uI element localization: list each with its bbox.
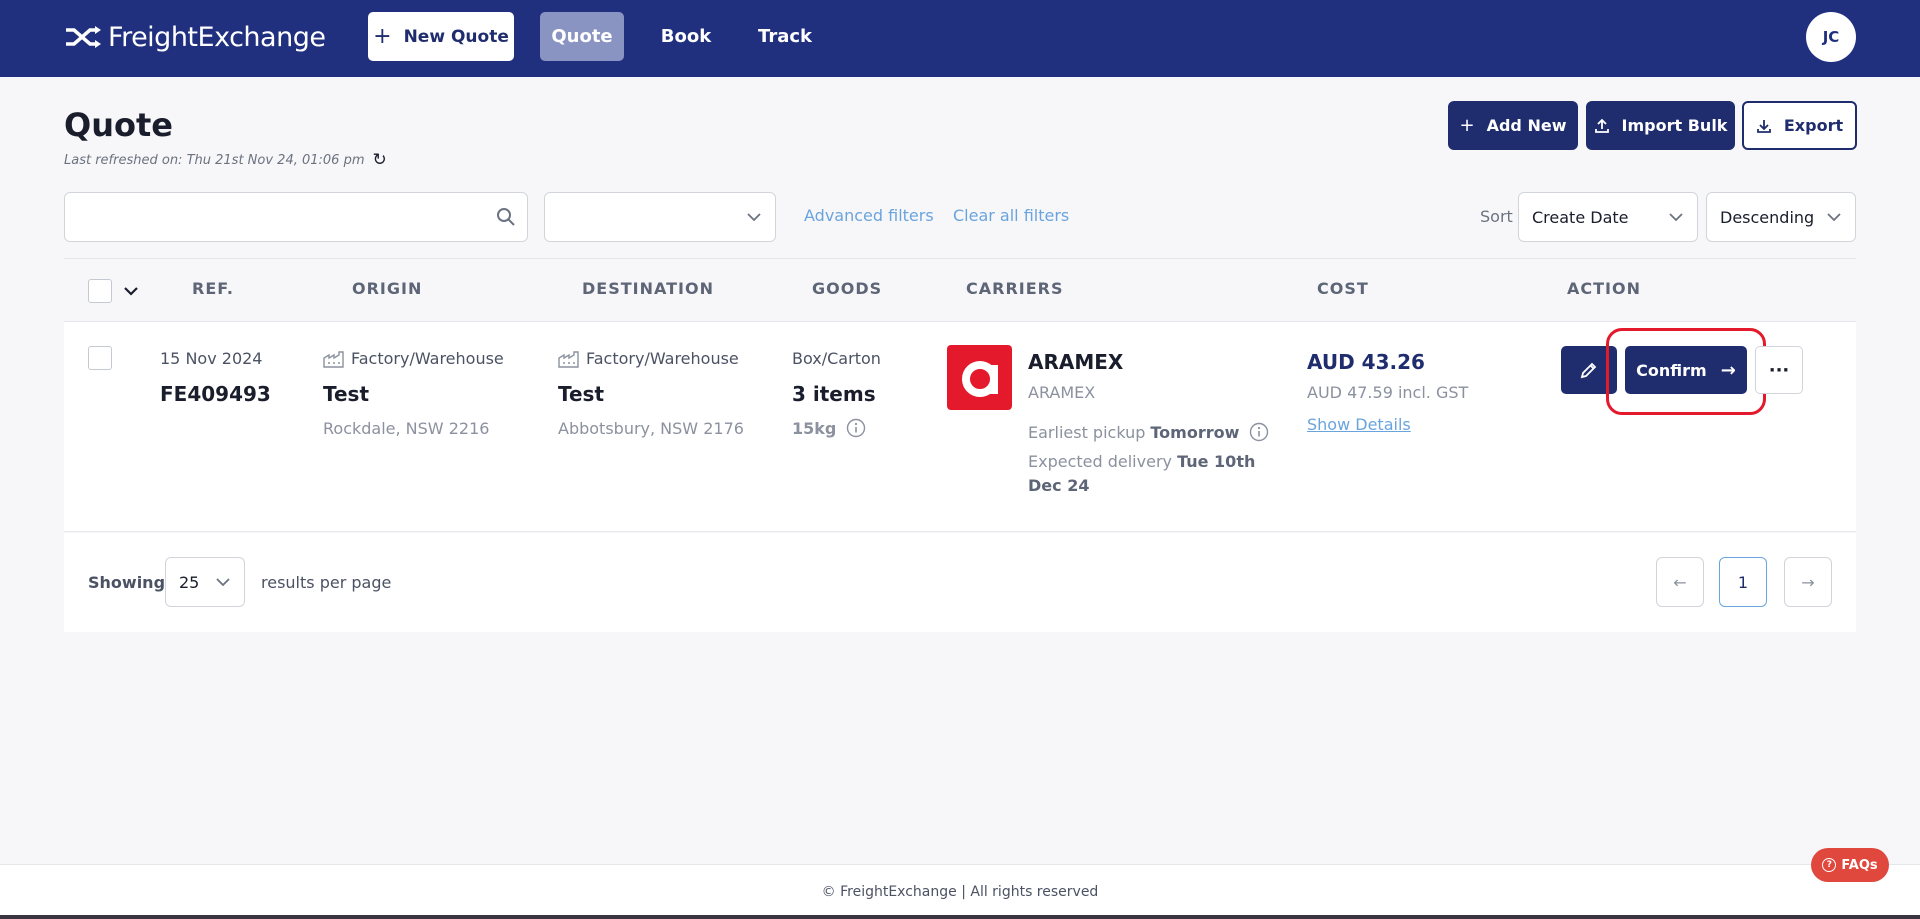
goods-weight-value: 15kg	[792, 418, 837, 438]
top-navbar: FreightExchange + New Quote Quote Book T…	[0, 0, 1920, 77]
new-quote-label: New Quote	[403, 26, 509, 47]
carrier-name: ARAMEX	[1028, 350, 1124, 374]
faqs-label: FAQs	[1841, 857, 1878, 873]
sort-label: Sort	[1480, 207, 1513, 226]
origin-type: Factory/Warehouse	[323, 349, 504, 368]
faqs-button[interactable]: ? FAQs	[1811, 848, 1889, 882]
table-row: 15 Nov 2024 FE409493 Factory/Warehouse T…	[64, 322, 1856, 532]
filter-dropdown[interactable]	[544, 192, 776, 242]
destination-name: Test	[558, 382, 605, 406]
page-number-button[interactable]: 1	[1719, 557, 1767, 607]
column-header-goods: GOODS	[812, 279, 883, 298]
carrier-sub: ARAMEX	[1028, 383, 1096, 402]
show-details-link[interactable]: Show Details	[1307, 415, 1411, 434]
refresh-icon[interactable]: ↻	[373, 150, 387, 170]
nav-tab-quote[interactable]: Quote	[540, 12, 624, 61]
sort-field-select[interactable]: Create Date	[1518, 192, 1698, 242]
nav-tab-book[interactable]: Book	[648, 12, 724, 61]
column-header-ref: REF.	[192, 279, 234, 298]
clear-filters-link[interactable]: Clear all filters	[953, 206, 1069, 225]
search-input[interactable]	[64, 192, 528, 242]
pencil-icon	[1580, 362, 1597, 379]
chevron-down-icon[interactable]	[124, 286, 138, 296]
add-new-label: Add New	[1486, 116, 1567, 135]
bottom-strip	[0, 915, 1920, 919]
delivery-label: Expected delivery	[1028, 452, 1172, 471]
arrow-right-icon: →	[1801, 572, 1815, 592]
goods-weight: 15kg	[792, 418, 866, 438]
cost-incl-gst: AUD 47.59 incl. GST	[1307, 383, 1469, 402]
goods-items: 3 items	[792, 382, 876, 406]
upload-icon	[1594, 118, 1609, 133]
pickup-value: Tomorrow	[1150, 422, 1240, 442]
next-page-button[interactable]: →	[1784, 557, 1832, 607]
export-button[interactable]: Export	[1742, 101, 1857, 150]
column-header-origin: ORIGIN	[352, 279, 423, 298]
page-title: Quote	[64, 106, 173, 144]
sort-field-value: Create Date	[1532, 208, 1629, 227]
per-page-value: 25	[179, 573, 200, 592]
origin-name: Test	[323, 382, 370, 406]
info-icon[interactable]	[1249, 422, 1269, 442]
showing-label: Showing	[88, 573, 166, 592]
origin-location: Rockdale, NSW 2216	[323, 419, 490, 438]
chevron-down-icon	[1669, 213, 1683, 222]
plus-icon: +	[373, 24, 392, 49]
shuffle-logo-icon	[66, 26, 101, 48]
last-refreshed-text: Last refreshed on: Thu 21st Nov 24, 01:0…	[64, 152, 365, 168]
factory-icon	[558, 350, 579, 368]
user-avatar[interactable]: JC	[1806, 12, 1856, 62]
earliest-pickup: Earliest pickup Tomorrow	[1028, 422, 1269, 442]
row-ref: FE409493	[160, 382, 271, 406]
brand-name: FreightExchange	[108, 21, 326, 53]
new-quote-button[interactable]: + New Quote	[368, 12, 514, 61]
per-page-select[interactable]: 25	[165, 557, 245, 607]
column-header-carriers: CARRIERS	[966, 279, 1064, 298]
arrow-left-icon: ←	[1673, 572, 1687, 592]
add-new-button[interactable]: + Add New	[1448, 101, 1578, 150]
chevron-down-icon	[1827, 213, 1841, 222]
export-label: Export	[1783, 116, 1844, 135]
confirm-highlight-annotation	[1606, 328, 1766, 415]
column-header-action: ACTION	[1567, 279, 1641, 298]
plus-icon: +	[1459, 115, 1475, 136]
brand-logo[interactable]: FreightExchange	[64, 20, 326, 54]
pickup-label: Earliest pickup	[1028, 422, 1146, 442]
nav-tab-track[interactable]: Track	[748, 12, 822, 61]
import-bulk-button[interactable]: Import Bulk	[1586, 101, 1735, 150]
copyright-text: © FreightExchange | All rights reserved	[821, 884, 1099, 900]
column-header-cost: COST	[1317, 279, 1369, 298]
expected-delivery: Expected delivery Tue 10th Dec 24	[1028, 450, 1268, 498]
row-checkbox[interactable]	[88, 346, 112, 370]
more-actions-button[interactable]: ···	[1755, 346, 1803, 394]
destination-location: Abbotsbury, NSW 2176	[558, 419, 744, 438]
chevron-down-icon	[747, 213, 761, 222]
column-header-destination: DESTINATION	[582, 279, 714, 298]
table-header: REF. ORIGIN DESTINATION GOODS CARRIERS C…	[64, 258, 1856, 322]
destination-type: Factory/Warehouse	[558, 349, 739, 368]
origin-type-label: Factory/Warehouse	[351, 349, 504, 368]
cost-amount: AUD 43.26	[1307, 350, 1425, 374]
import-bulk-label: Import Bulk	[1621, 116, 1728, 135]
goods-type: Box/Carton	[792, 349, 881, 368]
info-icon[interactable]	[846, 418, 866, 438]
chevron-down-icon	[216, 578, 230, 587]
destination-type-label: Factory/Warehouse	[586, 349, 739, 368]
site-footer: © FreightExchange | All rights reserved	[0, 864, 1920, 919]
aramex-logo	[947, 345, 1012, 410]
search-icon	[497, 208, 515, 226]
sort-direction-select[interactable]: Descending	[1706, 192, 1856, 242]
download-icon	[1756, 119, 1771, 133]
results-per-page-label: results per page	[261, 573, 392, 592]
aramex-a-icon	[961, 360, 998, 397]
sort-direction-value: Descending	[1720, 208, 1815, 227]
question-icon: ?	[1822, 858, 1837, 872]
row-date: 15 Nov 2024	[160, 349, 263, 368]
pagination-bar: Showing 25 results per page ← 1 →	[64, 533, 1856, 632]
advanced-filters-link[interactable]: Advanced filters	[804, 206, 934, 225]
last-refreshed: Last refreshed on: Thu 21st Nov 24, 01:0…	[64, 150, 387, 170]
prev-page-button[interactable]: ←	[1656, 557, 1704, 607]
select-all-checkbox[interactable]	[88, 279, 112, 303]
factory-icon	[323, 350, 344, 368]
